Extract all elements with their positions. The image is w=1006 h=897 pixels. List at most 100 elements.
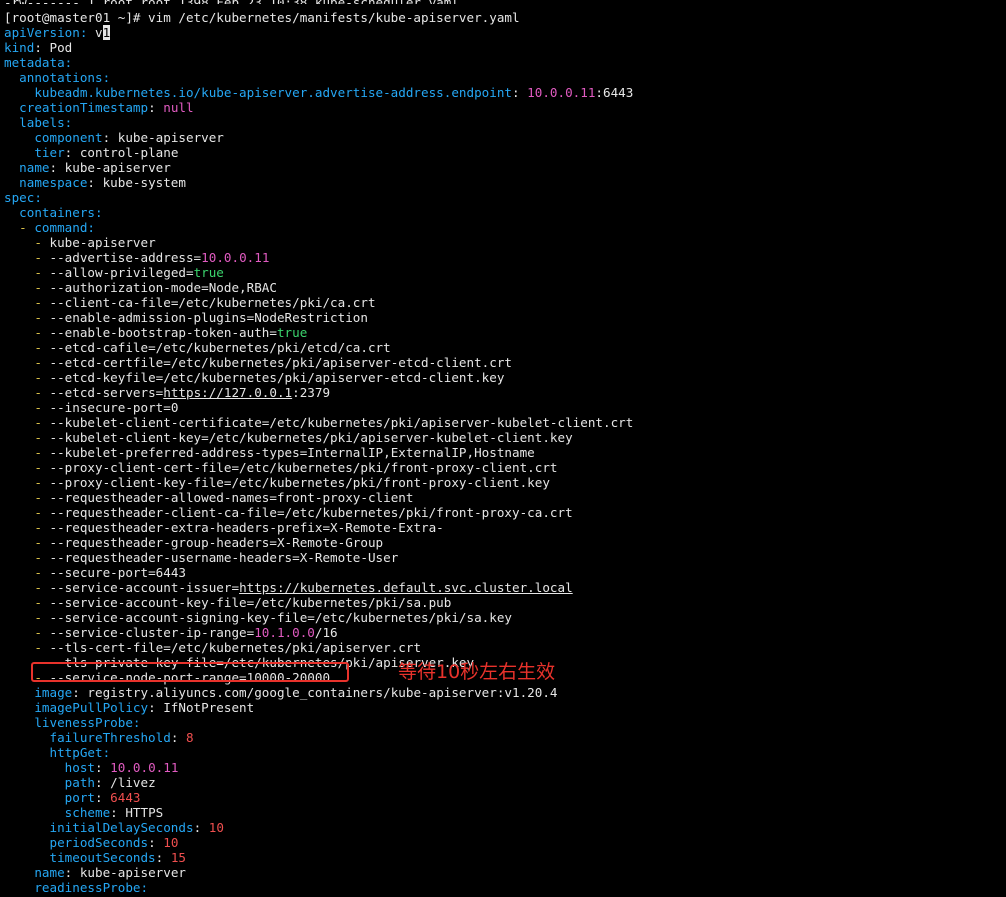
code-line: labels: [0, 115, 1006, 130]
code-token: --enable-admission-plugins=NodeRestricti… [49, 310, 368, 325]
editor-buffer[interactable]: [root@master01 ~]# vim /etc/kubernetes/m… [0, 10, 1006, 895]
text-cursor: 1 [102, 25, 111, 40]
code-token: namespace [4, 175, 88, 190]
code-token: spec: [4, 190, 42, 205]
code-token: : kube-apiserver [49, 160, 171, 175]
code-line: port: 6443 [0, 790, 1006, 805]
code-token: 10.1.0.0 [254, 625, 315, 640]
code-line: kubeadm.kubernetes.io/kube-apiserver.adv… [0, 85, 1006, 100]
code-line: component: kube-apiserver [0, 130, 1006, 145]
code-line: spec: [0, 190, 1006, 205]
code-line: - --kubelet-preferred-address-types=Inte… [0, 445, 1006, 460]
code-token: imagePullPolicy [4, 700, 149, 715]
code-token: - [4, 655, 50, 670]
code-line: - kube-apiserver [0, 235, 1006, 250]
code-token: livenessProbe: [4, 715, 141, 730]
code-token: path [4, 775, 95, 790]
code-token: - [4, 535, 50, 550]
code-token: : [148, 100, 164, 115]
code-token: --requestheader-extra-headers-prefix=X-R… [49, 520, 444, 535]
code-line: - --authorization-mode=Node,RBAC [0, 280, 1006, 295]
code-line: - --secure-port=6443 [0, 565, 1006, 580]
code-line: - --requestheader-allowed-names=front-pr… [0, 490, 1006, 505]
code-token: kube-apiserver [49, 235, 156, 250]
code-token: : kube-apiserver [102, 130, 224, 145]
terminal-window[interactable]: -rw------- 1 root root 1398 Feb 23 10:38… [0, 0, 1006, 897]
code-token: --insecure-port=0 [49, 400, 179, 415]
code-token: : [95, 790, 111, 805]
code-token: --requestheader-group-headers=X-Remote-G… [49, 535, 384, 550]
code-token: --etcd-cafile=/etc/kubernetes/pki/etcd/c… [49, 340, 391, 355]
code-line: - --kubelet-client-certificate=/etc/kube… [0, 415, 1006, 430]
code-token: - [4, 475, 50, 490]
code-token: --proxy-client-key-file=/etc/kubernetes/… [49, 475, 550, 490]
code-token: 8 [185, 730, 194, 745]
code-token: -rw------- 1 root root 1398 Feb 23 10:38… [4, 0, 459, 4]
code-line: - --requestheader-username-headers=X-Rem… [0, 550, 1006, 565]
code-token: kind [4, 40, 35, 55]
code-line: - --insecure-port=0 [0, 400, 1006, 415]
code-line: name: kube-apiserver [0, 865, 1006, 880]
code-token: httpGet: [4, 745, 111, 760]
code-line: livenessProbe: [0, 715, 1006, 730]
code-token: periodSeconds [4, 835, 149, 850]
code-token: 15 [170, 850, 186, 865]
code-line: creationTimestamp: null [0, 100, 1006, 115]
code-token: --authorization-mode=Node,RBAC [49, 280, 277, 295]
code-token: : registry.aliyuncs.com/google_container… [72, 685, 558, 700]
code-token: - [4, 235, 50, 250]
code-token: true [276, 325, 308, 340]
code-token: --service-cluster-ip-range= [49, 625, 255, 640]
code-line: annotations: [0, 70, 1006, 85]
code-token: failureThreshold [4, 730, 171, 745]
code-token: --service-account-signing-key-file=/etc/… [49, 610, 513, 625]
code-token: - [4, 670, 50, 685]
code-token: - [4, 430, 50, 445]
code-token: annotations: [4, 70, 111, 85]
code-line: - --etcd-keyfile=/etc/kubernetes/pki/api… [0, 370, 1006, 385]
code-token: --proxy-client-cert-file=/etc/kubernetes… [49, 460, 558, 475]
code-line: - --service-account-signing-key-file=/et… [0, 610, 1006, 625]
code-line: - --advertise-address=10.0.0.11 [0, 250, 1006, 265]
code-line: - --client-ca-file=/etc/kubernetes/pki/c… [0, 295, 1006, 310]
code-line: imagePullPolicy: IfNotPresent [0, 700, 1006, 715]
code-token: /16 [314, 625, 338, 640]
code-line: - --requestheader-extra-headers-prefix=X… [0, 520, 1006, 535]
code-line: apiVersion: v1 [0, 25, 1006, 40]
code-line: - --requestheader-client-ca-file=/etc/ku… [0, 505, 1006, 520]
code-token: --service-node-port-range=10000-20000 [49, 670, 331, 685]
code-line: - --enable-admission-plugins=NodeRestric… [0, 310, 1006, 325]
code-token: : Pod [34, 40, 73, 55]
code-line: failureThreshold: 8 [0, 730, 1006, 745]
code-token: - [4, 265, 50, 280]
code-token: - [4, 310, 50, 325]
code-token: --service-account-key-file=/etc/kubernet… [49, 595, 452, 610]
code-token: - [4, 400, 50, 415]
code-token: : [148, 835, 164, 850]
code-line: periodSeconds: 10 [0, 835, 1006, 850]
code-token: https://kubernetes.default.svc.cluster.l… [239, 580, 573, 595]
code-token: --allow-privileged= [49, 265, 194, 280]
code-token: --advertise-address= [49, 250, 202, 265]
code-line: - command: [0, 220, 1006, 235]
code-token: --tls-cert-file=/etc/kubernetes/pki/apis… [49, 640, 422, 655]
code-token: component [4, 130, 103, 145]
code-token: 10 [163, 835, 179, 850]
code-line: image: registry.aliyuncs.com/google_cont… [0, 685, 1006, 700]
code-line: - --allow-privileged=true [0, 265, 1006, 280]
code-token: - [4, 220, 35, 235]
code-line: - --etcd-servers=https://127.0.0.1:2379 [0, 385, 1006, 400]
code-token: --enable-bootstrap-token-auth= [49, 325, 277, 340]
code-token: - [4, 640, 50, 655]
code-token: host [4, 760, 95, 775]
code-line: - --enable-bootstrap-token-auth=true [0, 325, 1006, 340]
code-token: --kubelet-preferred-address-types=Intern… [49, 445, 535, 460]
code-token: 10.0.0.11 [201, 250, 270, 265]
code-line: name: kube-apiserver [0, 160, 1006, 175]
code-token: : /livez [95, 775, 156, 790]
code-line: tier: control-plane [0, 145, 1006, 160]
code-token: - [4, 610, 50, 625]
code-token: - [4, 385, 50, 400]
code-line: httpGet: [0, 745, 1006, 760]
code-token: https://127.0.0.1 [163, 385, 293, 400]
